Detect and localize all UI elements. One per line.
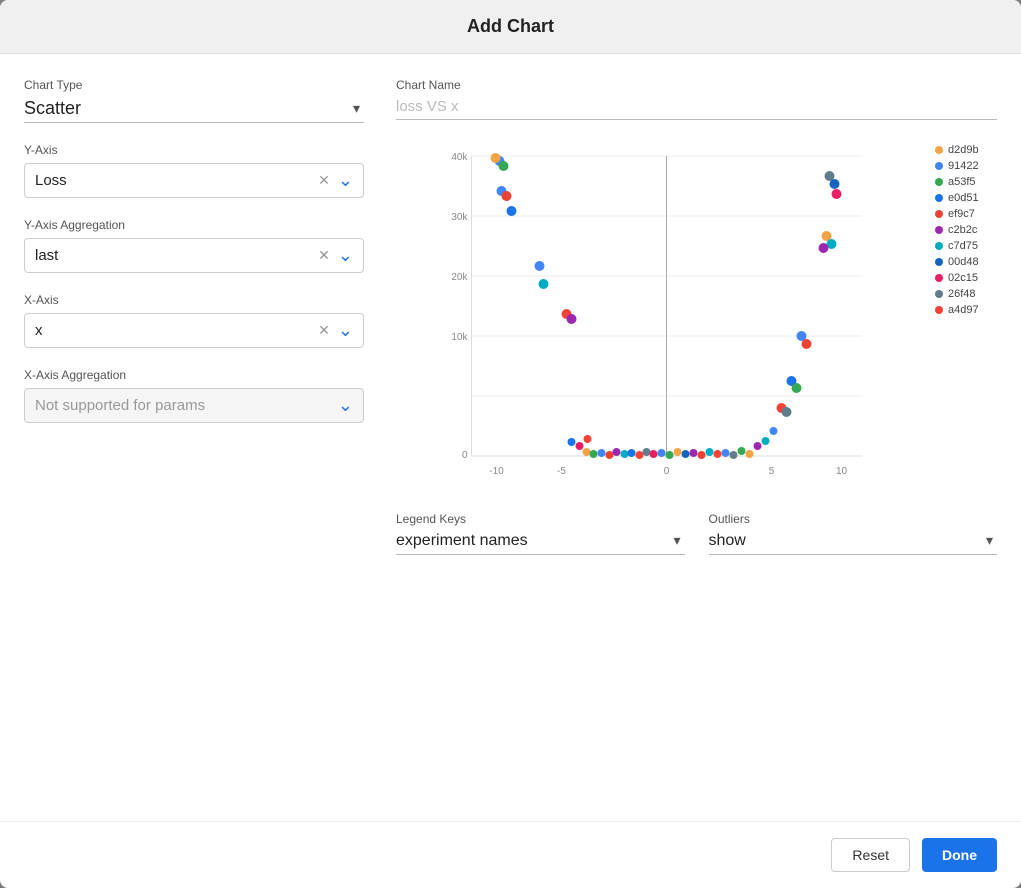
x-axis-agg-placeholder: Not supported for params — [35, 397, 338, 414]
legend-dot — [935, 258, 943, 266]
bottom-controls: Legend Keys experiment names run names ▾… — [396, 512, 997, 555]
left-panel: Chart Type Scatter Line Bar ▾ Y-Axis Los… — [24, 78, 364, 797]
y-axis-agg-value: last — [35, 247, 318, 264]
dialog-footer: Reset Done — [0, 821, 1021, 888]
chart-type-select-wrapper: Scatter Line Bar ▾ — [24, 98, 364, 123]
legend-label: c7d75 — [948, 240, 978, 252]
legend-label: ef9c7 — [948, 208, 975, 220]
legend-keys-label: Legend Keys — [396, 512, 685, 526]
chart-name-label: Chart Name — [396, 78, 997, 92]
legend-keys-select-wrapper: experiment names run names ▾ — [396, 532, 685, 555]
legend-dot — [935, 242, 943, 250]
y-axis-chevron-icon[interactable]: ⌄ — [338, 170, 353, 191]
x-axis-chevron-icon[interactable]: ⌄ — [338, 320, 353, 341]
chart-name-input[interactable] — [396, 98, 997, 120]
chart-type-select[interactable]: Scatter Line Bar — [24, 98, 364, 118]
legend-item: 00d48 — [935, 256, 997, 268]
legend-dot — [935, 162, 943, 170]
y-axis-label: Y-Axis — [24, 143, 364, 157]
legend-item: 02c15 — [935, 272, 997, 284]
y-axis-clear-icon[interactable]: ✕ — [318, 172, 330, 189]
legend-item: d2d9b — [935, 144, 997, 156]
y-axis-agg-clear-icon[interactable]: ✕ — [318, 247, 330, 264]
legend-label: 91422 — [948, 160, 979, 172]
legend-label: 26f48 — [948, 288, 976, 300]
legend-dot — [935, 146, 943, 154]
chart-name-group: Chart Name — [396, 78, 997, 120]
add-chart-dialog: Add Chart Chart Type Scatter Line Bar ▾ — [0, 0, 1021, 888]
legend-label: d2d9b — [948, 144, 979, 156]
svg-text:10k: 10k — [451, 332, 468, 343]
chart-plot: 40k 30k 20k 10k 0 -10 -5 0 5 10 — [396, 136, 927, 496]
legend-label: a4d97 — [948, 304, 979, 316]
legend-dot — [935, 178, 943, 186]
svg-text:40k: 40k — [451, 152, 468, 163]
y-axis-field: Loss ✕ ⌄ — [24, 163, 364, 198]
y-axis-group: Y-Axis Loss ✕ ⌄ — [24, 143, 364, 198]
reset-button[interactable]: Reset — [831, 838, 910, 872]
svg-text:5: 5 — [769, 466, 775, 477]
outliers-label: Outliers — [709, 512, 998, 526]
outliers-select[interactable]: show hide — [709, 532, 998, 549]
legend-dot — [935, 194, 943, 202]
chart-legend: d2d9b 91422 a53f5 e0d51 ef9c7 c2b2c c7d7… — [927, 136, 997, 496]
x-axis-clear-icon[interactable]: ✕ — [318, 322, 330, 339]
legend-item: a53f5 — [935, 176, 997, 188]
svg-text:0: 0 — [664, 466, 670, 477]
scatter-chart: 40k 30k 20k 10k 0 -10 -5 0 5 10 — [396, 136, 927, 496]
legend-keys-select[interactable]: experiment names run names — [396, 532, 685, 549]
dialog-body: Chart Type Scatter Line Bar ▾ Y-Axis Los… — [0, 54, 1021, 821]
legend-item: 26f48 — [935, 288, 997, 300]
y-axis-agg-chevron-icon[interactable]: ⌄ — [338, 245, 353, 266]
svg-text:-10: -10 — [489, 466, 504, 477]
done-button[interactable]: Done — [922, 838, 997, 872]
legend-item: e0d51 — [935, 192, 997, 204]
x-axis-label: X-Axis — [24, 293, 364, 307]
legend-item: 91422 — [935, 160, 997, 172]
dialog-header: Add Chart — [0, 0, 1021, 54]
svg-text:0: 0 — [462, 450, 468, 461]
dialog-title: Add Chart — [467, 16, 554, 36]
x-axis-agg-chevron-icon[interactable]: ⌄ — [338, 395, 353, 416]
svg-text:20k: 20k — [451, 272, 468, 283]
legend-label: e0d51 — [948, 192, 979, 204]
legend-item: c2b2c — [935, 224, 997, 236]
right-panel: Chart Name 40k — [396, 78, 997, 797]
chart-type-label: Chart Type — [24, 78, 364, 92]
legend-label: c2b2c — [948, 224, 977, 236]
x-axis-agg-label: X-Axis Aggregation — [24, 368, 364, 382]
svg-text:10: 10 — [836, 466, 848, 477]
svg-text:-5: -5 — [557, 466, 566, 477]
legend-dot — [935, 290, 943, 298]
legend-item: c7d75 — [935, 240, 997, 252]
legend-item: ef9c7 — [935, 208, 997, 220]
x-axis-group: X-Axis x ✕ ⌄ — [24, 293, 364, 348]
chart-area: 40k 30k 20k 10k 0 -10 -5 0 5 10 — [396, 136, 997, 496]
x-axis-agg-group: X-Axis Aggregation Not supported for par… — [24, 368, 364, 423]
legend-dot — [935, 226, 943, 234]
legend-dot — [935, 274, 943, 282]
y-axis-agg-label: Y-Axis Aggregation — [24, 218, 364, 232]
y-axis-agg-group: Y-Axis Aggregation last ✕ ⌄ — [24, 218, 364, 273]
outliers-select-wrapper: show hide ▾ — [709, 532, 998, 555]
y-axis-value: Loss — [35, 172, 318, 189]
legend-dot — [935, 210, 943, 218]
legend-item: a4d97 — [935, 304, 997, 316]
x-axis-value: x — [35, 322, 318, 339]
legend-keys-group: Legend Keys experiment names run names ▾ — [396, 512, 685, 555]
y-axis-agg-field: last ✕ ⌄ — [24, 238, 364, 273]
legend-dot — [935, 306, 943, 314]
svg-text:30k: 30k — [451, 212, 468, 223]
legend-label: 02c15 — [948, 272, 978, 284]
x-axis-field: x ✕ ⌄ — [24, 313, 364, 348]
legend-label: a53f5 — [948, 176, 976, 188]
legend-label: 00d48 — [948, 256, 979, 268]
outliers-group: Outliers show hide ▾ — [709, 512, 998, 555]
chart-type-group: Chart Type Scatter Line Bar ▾ — [24, 78, 364, 123]
x-axis-agg-field: Not supported for params ⌄ — [24, 388, 364, 423]
